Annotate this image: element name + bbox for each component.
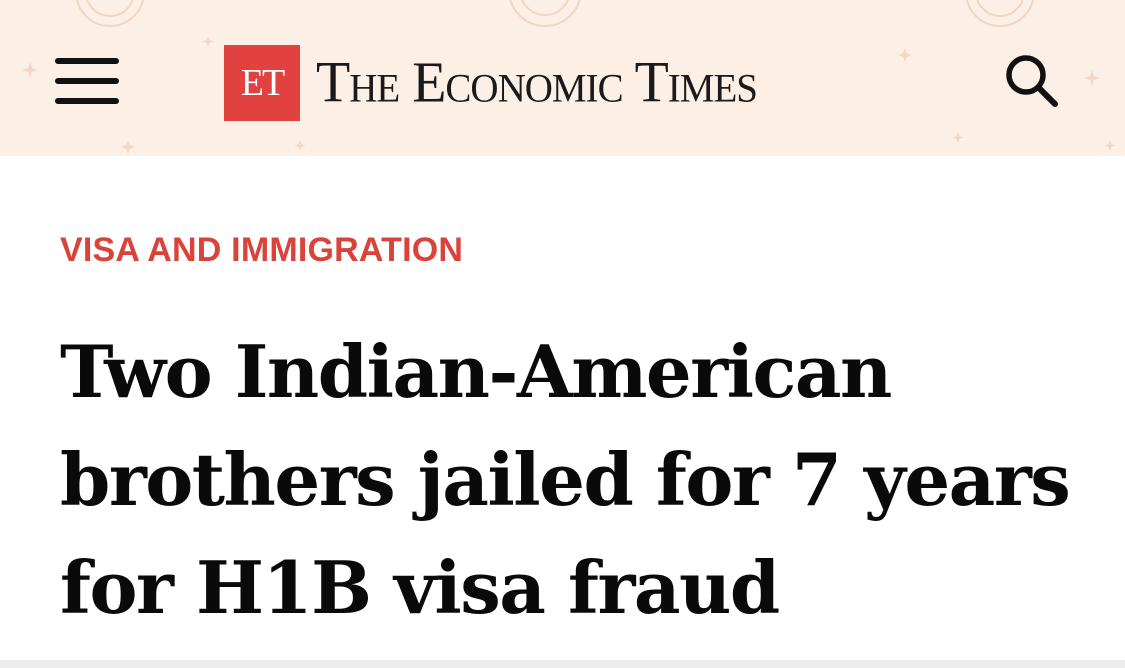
menu-bar-top	[55, 58, 119, 64]
menu-bar-middle	[55, 78, 119, 84]
article-headline: Two Indian-American brothers jailed for …	[60, 318, 1100, 642]
article-category-link[interactable]: VISA AND IMMIGRATION	[60, 230, 463, 270]
headline-line: for H1B visa fraud	[60, 545, 780, 630]
logo-wordmark: The Economic Times	[316, 50, 758, 116]
section-divider	[0, 660, 1125, 668]
menu-bar-bottom	[55, 98, 119, 104]
search-icon[interactable]	[1002, 52, 1062, 108]
site-logo[interactable]: ET The Economic Times	[224, 45, 758, 121]
hamburger-menu-icon[interactable]	[55, 56, 121, 106]
headline-line: Two Indian-American	[60, 329, 892, 414]
headline-line: brothers jailed for 7 years	[60, 437, 1071, 522]
site-header: ET The Economic Times	[0, 0, 1125, 156]
app-screen: ET The Economic Times VISA AND IMMIGRATI…	[0, 0, 1125, 668]
logo-badge: ET	[224, 45, 300, 121]
